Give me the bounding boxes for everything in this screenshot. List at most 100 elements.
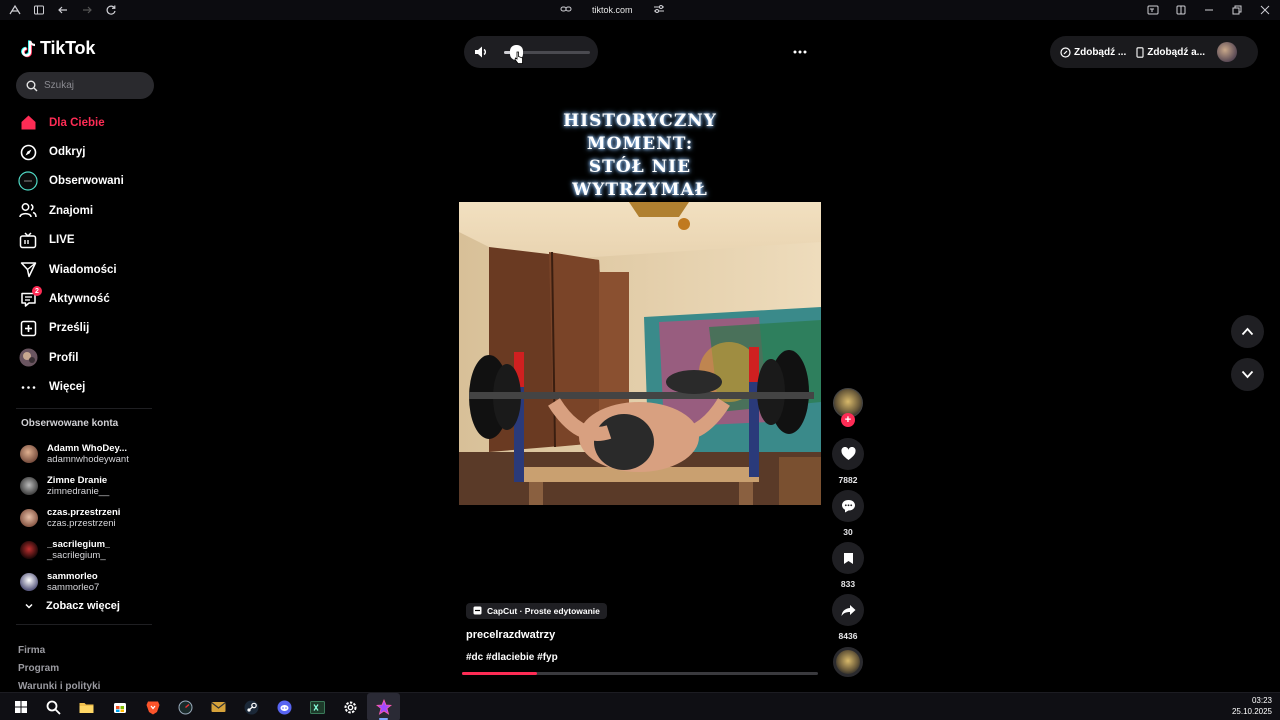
overlay-title-line: WYTRZYMAŁ [572,180,708,200]
followed-account[interactable]: czas.przestrzeni czas.przestrzeni [20,502,160,534]
taskbar-terminal-app[interactable] [169,693,202,720]
main-nav: Dla Ciebie Odkryj Obserwowani Znajomi LI… [18,108,158,402]
link-icon[interactable] [560,1,572,19]
chevron-down-icon [1241,370,1254,379]
like-count: 7882 [838,475,858,485]
followed-account[interactable]: Adamn WhoDey... adamnwhodeywant [20,438,160,470]
system-clock[interactable]: 03:23 25.10.2025 [1232,695,1272,717]
brave-browser-icon [146,701,159,714]
envelope-icon [211,702,226,712]
nav-label: Obserwowani [49,175,124,188]
tiktok-logo[interactable]: TikTok [21,38,95,59]
followed-account[interactable]: sammorleo sammorleo7 [20,566,160,598]
overlay-title-line: MOMENT: [586,134,694,154]
site-settings-icon[interactable] [653,1,665,19]
taskbar-settings[interactable] [334,693,367,720]
nav-label: Odkryj [49,146,86,159]
previous-video-button[interactable] [1231,315,1264,348]
search-icon [26,80,38,91]
capcut-label: CapCut · Proste edytowanie [487,605,600,616]
comment-button[interactable] [832,490,864,522]
nav-item-upload[interactable]: Prześlij [18,314,158,343]
divider [16,408,152,409]
following-icon [18,171,38,192]
video-player[interactable] [459,202,821,505]
clock-date: 25.10.2025 [1231,707,1272,716]
store-icon [113,703,126,713]
taskbar-excel[interactable] [301,693,334,720]
taskbar-store[interactable] [103,693,136,720]
taskbar-app-mail[interactable] [202,693,235,720]
heart-icon [840,447,856,460]
speaker-icon[interactable] [474,45,489,59]
account-name: czas.przestrzeni [47,507,121,518]
comment-icon [841,500,855,513]
restore-icon[interactable] [1228,1,1246,19]
chevron-up-icon [1241,327,1254,336]
save-button[interactable] [832,542,864,574]
discord-icon [277,700,292,714]
speedometer-icon [178,700,193,714]
nav-item-live[interactable]: LIVE [18,226,158,255]
browser-titlebar: tiktok.com [0,0,1280,20]
search-box[interactable] [16,72,154,99]
user-avatar[interactable] [1217,42,1237,62]
nav-item-following[interactable]: Obserwowani [18,167,158,196]
minimize-icon[interactable] [1200,1,1218,19]
video-author[interactable]: precelrazdwatrzy [466,629,555,641]
video-hashtags[interactable]: #dc #dlaciebie #fyp [466,652,558,663]
nav-label: Profil [49,351,79,364]
start-button[interactable] [4,693,37,720]
share-count: 8436 [838,631,858,641]
taskbar-active-browser[interactable] [367,693,400,720]
reload-icon[interactable] [102,1,120,19]
footer-link-company[interactable]: Firma [18,642,100,660]
music-disc[interactable] [833,647,863,677]
next-video-button[interactable] [1231,358,1264,391]
nav-item-more[interactable]: Więcej [18,373,158,402]
forward-icon[interactable] [78,1,96,19]
friends-icon [18,201,38,221]
star-browser-icon [375,699,392,715]
close-icon[interactable] [1256,1,1274,19]
taskbar-brave[interactable] [136,693,169,720]
footer-link-program[interactable]: Program [18,660,100,678]
address-bar[interactable]: tiktok.com [592,5,633,15]
app-menu-icon[interactable] [6,1,24,19]
account-name: _sacrilegium_ [47,539,111,550]
followed-account[interactable]: Zimne Dranie zimnedranie__ [20,470,160,502]
nav-item-profile[interactable]: Profil [18,343,158,372]
search-input[interactable] [44,80,144,91]
volume-control[interactable] [464,36,598,68]
video-frame [459,202,821,505]
sidebar-toggle-icon[interactable] [30,1,48,19]
taskbar-search[interactable] [37,693,70,720]
split-view-icon[interactable] [1172,1,1190,19]
nav-item-explore[interactable]: Odkryj [18,137,158,166]
get-coins-button[interactable]: Zdobądź ... [1060,47,1126,58]
taskbar-discord[interactable] [268,693,301,720]
nav-item-activity[interactable]: 2 Aktywność [18,284,158,313]
windows-logo-icon [14,701,27,713]
nav-item-messages[interactable]: Wiadomości [18,255,158,284]
follow-plus-icon[interactable]: + [841,413,855,427]
more-options-icon[interactable] [789,42,811,62]
back-icon[interactable] [54,1,72,19]
gear-icon [344,701,357,713]
footer-link-terms[interactable]: Warunki i polityki [18,678,100,692]
nav-item-for-you[interactable]: Dla Ciebie [18,108,158,137]
share-button[interactable] [832,594,864,626]
like-button[interactable] [832,438,864,470]
nav-item-friends[interactable]: Znajomi [18,196,158,225]
get-app-button[interactable]: Zdobądź a... [1136,47,1205,58]
taskbar-steam[interactable] [235,693,268,720]
see-more-button[interactable]: Zobacz więcej [24,600,120,612]
translate-icon[interactable] [1144,1,1162,19]
video-progress-bar[interactable] [462,672,818,675]
spreadsheet-icon [310,700,325,714]
followed-account[interactable]: _sacrilegium_ _sacrilegium_ [20,534,160,566]
capcut-tag[interactable]: CapCut · Proste edytowanie [466,602,607,619]
taskbar-file-explorer[interactable] [70,693,103,720]
clock-time: 03:23 [1251,696,1272,705]
top-right-actions: Zdobądź ... Zdobądź a... [1050,36,1258,68]
